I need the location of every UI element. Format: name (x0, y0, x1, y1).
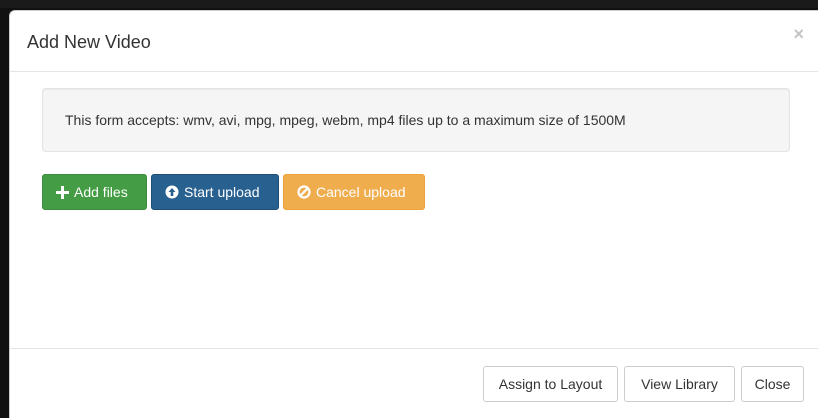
add-files-button[interactable]: Add files (42, 174, 147, 210)
circle-arrow-up-icon (165, 185, 179, 199)
dialog-title: Add New Video (27, 32, 151, 52)
add-files-label: Add files (74, 184, 128, 200)
dialog-header: Add New Video × (10, 11, 818, 72)
add-video-dialog: Add New Video × This form accepts: wmv, … (9, 10, 818, 418)
cancel-upload-label: Cancel upload (316, 184, 406, 200)
close-button[interactable]: Close (741, 366, 804, 402)
accepted-formats-text: This form accepts: wmv, avi, mpg, mpeg, … (65, 112, 626, 128)
page-backdrop (0, 0, 818, 8)
cancel-upload-button[interactable]: Cancel upload (283, 174, 425, 210)
assign-to-layout-button[interactable]: Assign to Layout (483, 366, 618, 402)
close-icon[interactable]: × (793, 25, 804, 43)
plus-icon (56, 185, 69, 199)
ban-circle-icon (297, 185, 311, 199)
info-well: This form accepts: wmv, avi, mpg, mpeg, … (42, 88, 790, 152)
start-upload-button[interactable]: Start upload (151, 174, 279, 210)
view-library-button[interactable]: View Library (624, 366, 735, 402)
dialog-footer: Assign to Layout View Library Close (10, 349, 818, 418)
dialog-body: This form accepts: wmv, avi, mpg, mpeg, … (10, 72, 818, 349)
start-upload-label: Start upload (184, 184, 260, 200)
